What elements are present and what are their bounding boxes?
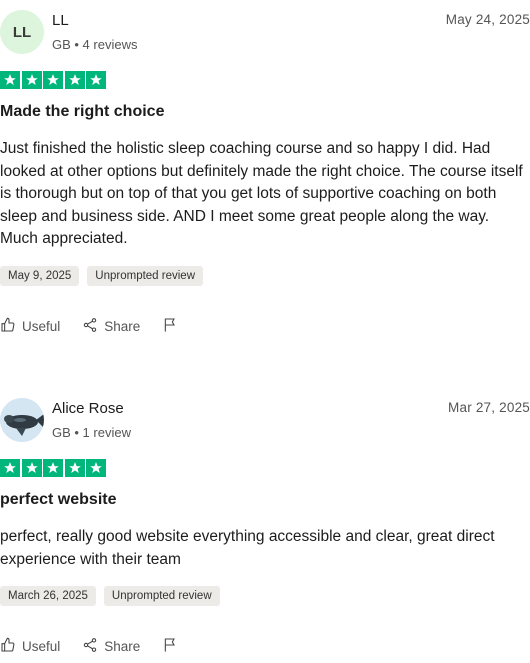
review-body: Just finished the holistic sleep coachin… [0,140,523,248]
share-icon [82,317,98,336]
star-rating [0,459,106,477]
share-label: Share [104,319,141,334]
review-actions: Useful Share [0,317,200,336]
star-icon [21,71,42,89]
flag-icon [162,637,178,656]
review-date: Mar 27, 2025 [448,400,530,415]
report-button[interactable] [162,637,178,656]
review-header: LL LL GB • 4 reviews May 24, 2025 [0,0,530,64]
star-icon [43,459,63,477]
star-icon [86,71,106,89]
review-header: Alice Rose GB • 1 review Mar 27, 2025 [0,388,530,452]
review-title[interactable]: Made the right choice [0,103,164,121]
unprompted-review-badge[interactable]: Unprompted review [103,586,220,606]
share-icon [82,637,98,656]
reviewer-meta: GB • 1 review [52,425,131,440]
star-icon [43,71,63,89]
useful-button[interactable]: Useful [0,637,60,656]
star-icon [86,459,106,477]
review-title[interactable]: perfect website [0,491,116,509]
share-button[interactable]: Share [82,637,140,656]
star-rating [0,71,106,89]
thumbs-up-icon [0,637,16,656]
star-icon [64,71,85,89]
review-card: LL LL GB • 4 reviews May 24, 2025 Made t… [0,0,530,334]
reviewer-name[interactable]: Alice Rose [52,400,124,417]
useful-button[interactable]: Useful [0,317,60,336]
avatar[interactable]: LL [0,10,44,54]
thumbs-up-icon [0,317,16,336]
share-label: Share [104,639,141,654]
useful-label: Useful [22,639,61,654]
star-icon [0,459,20,477]
reviewer-name[interactable]: LL [52,12,69,29]
useful-label: Useful [22,319,61,334]
report-button[interactable] [162,317,178,336]
unprompted-review-badge[interactable]: Unprompted review [87,266,204,286]
experience-date-badge: March 26, 2025 [0,586,96,606]
review-actions: Useful Share [0,637,200,656]
star-icon [0,71,20,89]
share-button[interactable]: Share [82,317,140,336]
avatar[interactable] [0,398,44,442]
avatar-photo-icon [0,398,44,442]
review-body: perfect, really good website everything … [0,528,495,568]
review-tags: May 9, 2025 Unprompted review [0,266,204,286]
experience-date-badge: May 9, 2025 [0,266,80,286]
review-tags: March 26, 2025 Unprompted review [0,586,220,606]
star-icon [64,459,85,477]
flag-icon [162,317,178,336]
reviewer-meta: GB • 4 reviews [52,37,138,52]
review-card: Alice Rose GB • 1 review Mar 27, 2025 pe… [0,388,530,654]
star-icon [21,459,42,477]
review-date: May 24, 2025 [445,12,530,27]
